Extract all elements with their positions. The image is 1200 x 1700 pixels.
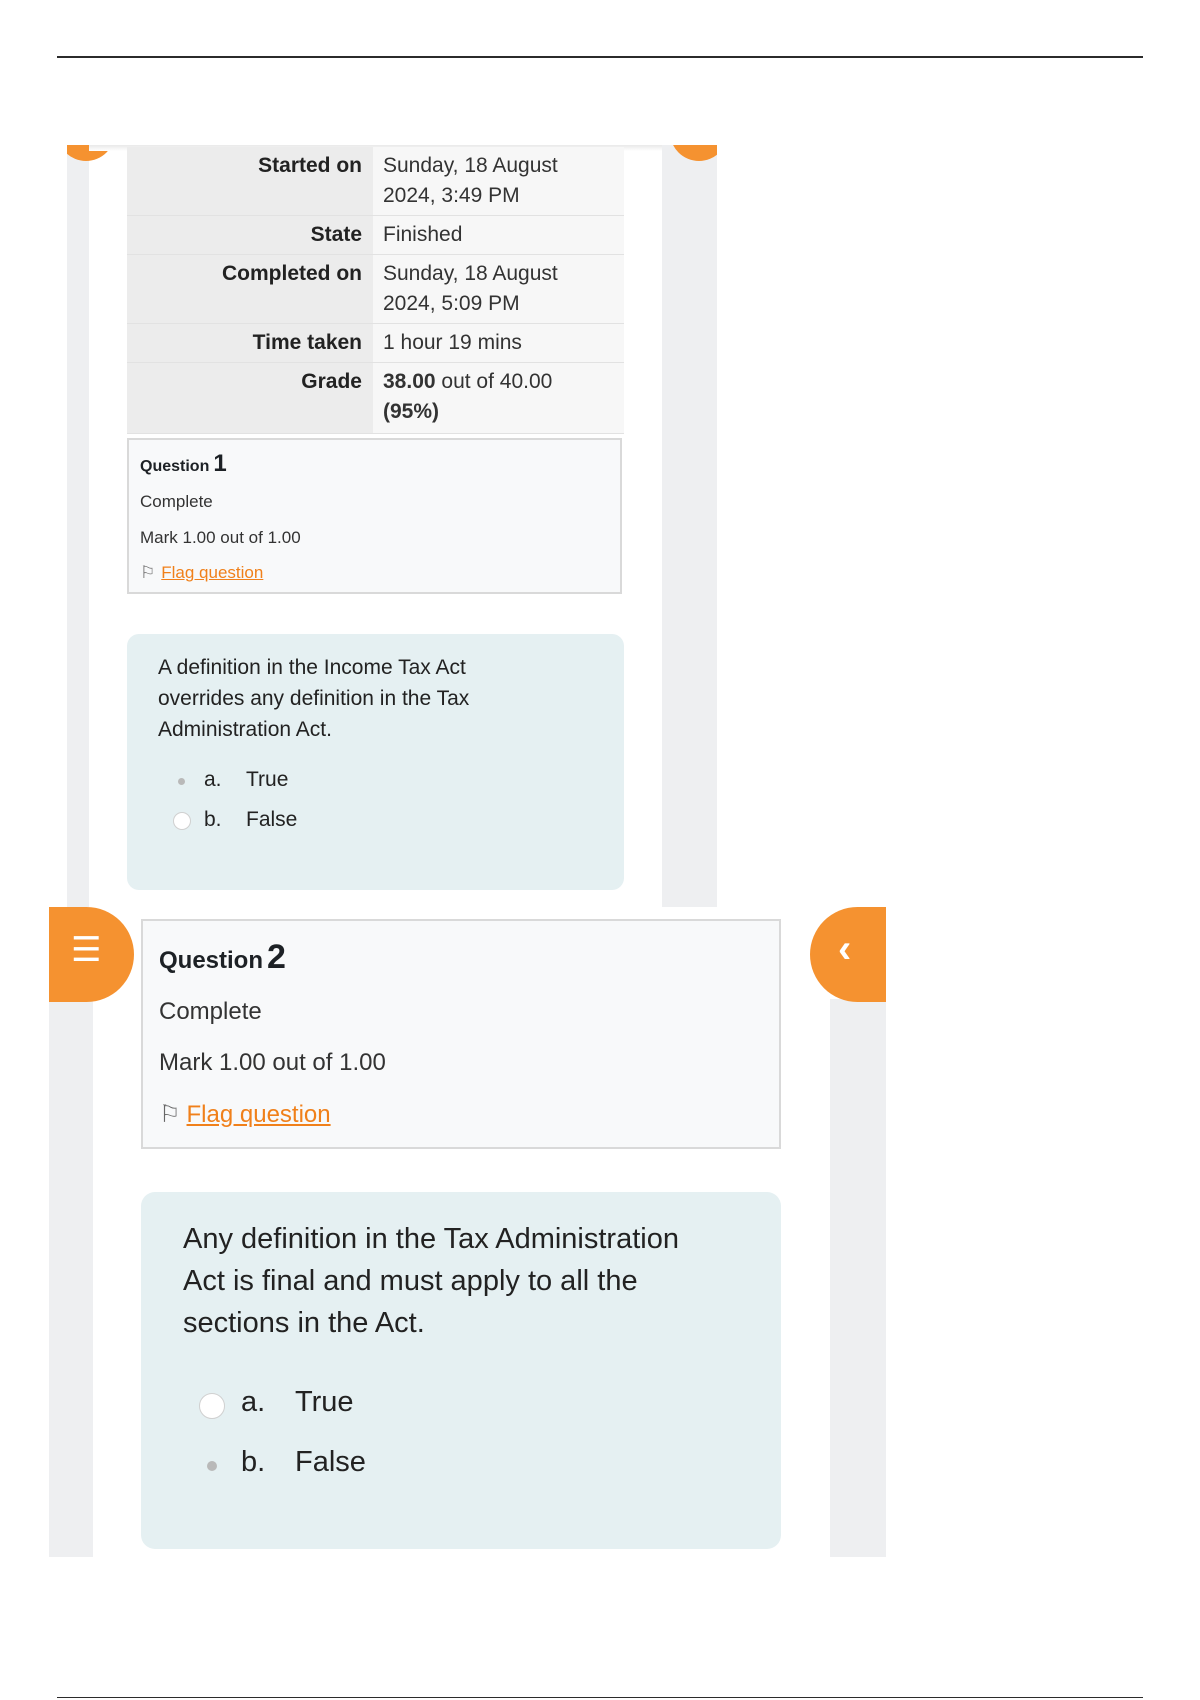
option-text: True bbox=[295, 1386, 354, 1418]
radio-button[interactable] bbox=[173, 812, 191, 830]
question-label: Question bbox=[140, 458, 210, 475]
summary-label: Started on bbox=[127, 147, 373, 216]
attempt-summary-table: Started on Sunday, 18 August 2024, 3:49 … bbox=[127, 147, 624, 434]
quiz-review-screenshot-2: ☰ ‹ Question 2 Complete Mark 1.00 out of … bbox=[49, 907, 886, 1557]
question-title: Question 1 bbox=[140, 450, 227, 478]
question-mark: Mark 1.00 out of 1.00 bbox=[159, 1049, 386, 1076]
question-content: Any definition in the Tax Administration… bbox=[141, 1192, 781, 1549]
summary-value: Sunday, 18 August 2024, 5:09 PM bbox=[373, 254, 624, 324]
summary-value: 38.00 out of 40.00 (95%) bbox=[373, 362, 624, 434]
flag-icon: ⚐ bbox=[159, 1101, 181, 1128]
option-text: False bbox=[295, 1446, 366, 1478]
top-rule bbox=[57, 56, 1143, 58]
summary-row-started: Started on Sunday, 18 August 2024, 3:49 … bbox=[127, 147, 624, 216]
radio-button[interactable] bbox=[199, 1393, 225, 1419]
bottom-rule bbox=[57, 1697, 1143, 1698]
grade-percent: (95%) bbox=[383, 400, 440, 423]
option-text: True bbox=[246, 768, 289, 791]
summary-row-time: Time taken 1 hour 19 mins bbox=[127, 323, 624, 363]
summary-value: Sunday, 18 August 2024, 3:49 PM bbox=[373, 147, 624, 216]
right-gutter bbox=[662, 145, 717, 907]
quiz-review-screenshot-1: Started on Sunday, 18 August 2024, 3:49 … bbox=[67, 145, 717, 907]
question-title: Question 2 bbox=[159, 938, 286, 977]
left-gutter bbox=[49, 999, 93, 1557]
radio-selected[interactable] bbox=[178, 778, 185, 785]
question-content: A definition in the Income Tax Act overr… bbox=[127, 634, 624, 890]
summary-label: Grade bbox=[127, 362, 373, 434]
question-info-box: Question 1 Complete Mark 1.00 out of 1.00… bbox=[127, 438, 622, 594]
summary-label: State bbox=[127, 215, 373, 255]
summary-row-state: State Finished bbox=[127, 215, 624, 255]
flag-question[interactable]: ⚐ Flag question bbox=[159, 1100, 331, 1129]
question-text: A definition in the Income Tax Act overr… bbox=[158, 656, 470, 741]
summary-row-completed: Completed on Sunday, 18 August 2024, 5:0… bbox=[127, 254, 624, 324]
grade-score: 38.00 bbox=[383, 370, 436, 393]
summary-row-grade: Grade 38.00 out of 40.00 (95%) bbox=[127, 362, 624, 434]
left-gutter bbox=[67, 145, 89, 907]
course-index-button[interactable]: ☰ bbox=[49, 907, 134, 1002]
question-info-box: Question 2 Complete Mark 1.00 out of 1.00… bbox=[141, 919, 781, 1149]
question-number: 1 bbox=[213, 450, 227, 477]
summary-value: Finished bbox=[373, 215, 624, 255]
list-icon: ☰ bbox=[71, 931, 102, 969]
grade-rest: out of 40.00 bbox=[441, 370, 553, 393]
chevron-left-icon: ‹ bbox=[838, 927, 852, 971]
question-label: Question bbox=[159, 947, 264, 974]
question-status: Complete bbox=[159, 998, 262, 1025]
summary-label: Time taken bbox=[127, 323, 373, 363]
summary-label: Completed on bbox=[127, 254, 373, 324]
option-text: False bbox=[246, 808, 298, 831]
option-letter: a. bbox=[241, 1386, 266, 1418]
question-text: Any definition in the Tax Administration… bbox=[183, 1223, 679, 1339]
option-letter: a. bbox=[204, 768, 222, 791]
option-letter: b. bbox=[204, 808, 222, 831]
right-gutter bbox=[830, 999, 886, 1557]
flag-question[interactable]: ⚐ Flag question bbox=[140, 563, 263, 583]
summary-value: 1 hour 19 mins bbox=[373, 323, 624, 363]
question-mark: Mark 1.00 out of 1.00 bbox=[140, 528, 301, 547]
flag-icon: ⚐ bbox=[140, 563, 156, 582]
question-status: Complete bbox=[140, 492, 213, 511]
flag-question-link[interactable]: Flag question bbox=[161, 563, 263, 582]
option-letter: b. bbox=[241, 1446, 266, 1478]
radio-selected[interactable] bbox=[207, 1461, 217, 1471]
block-drawer-button[interactable]: ‹ bbox=[810, 907, 886, 1002]
flag-question-link[interactable]: Flag question bbox=[187, 1101, 331, 1128]
question-number: 2 bbox=[267, 938, 286, 976]
